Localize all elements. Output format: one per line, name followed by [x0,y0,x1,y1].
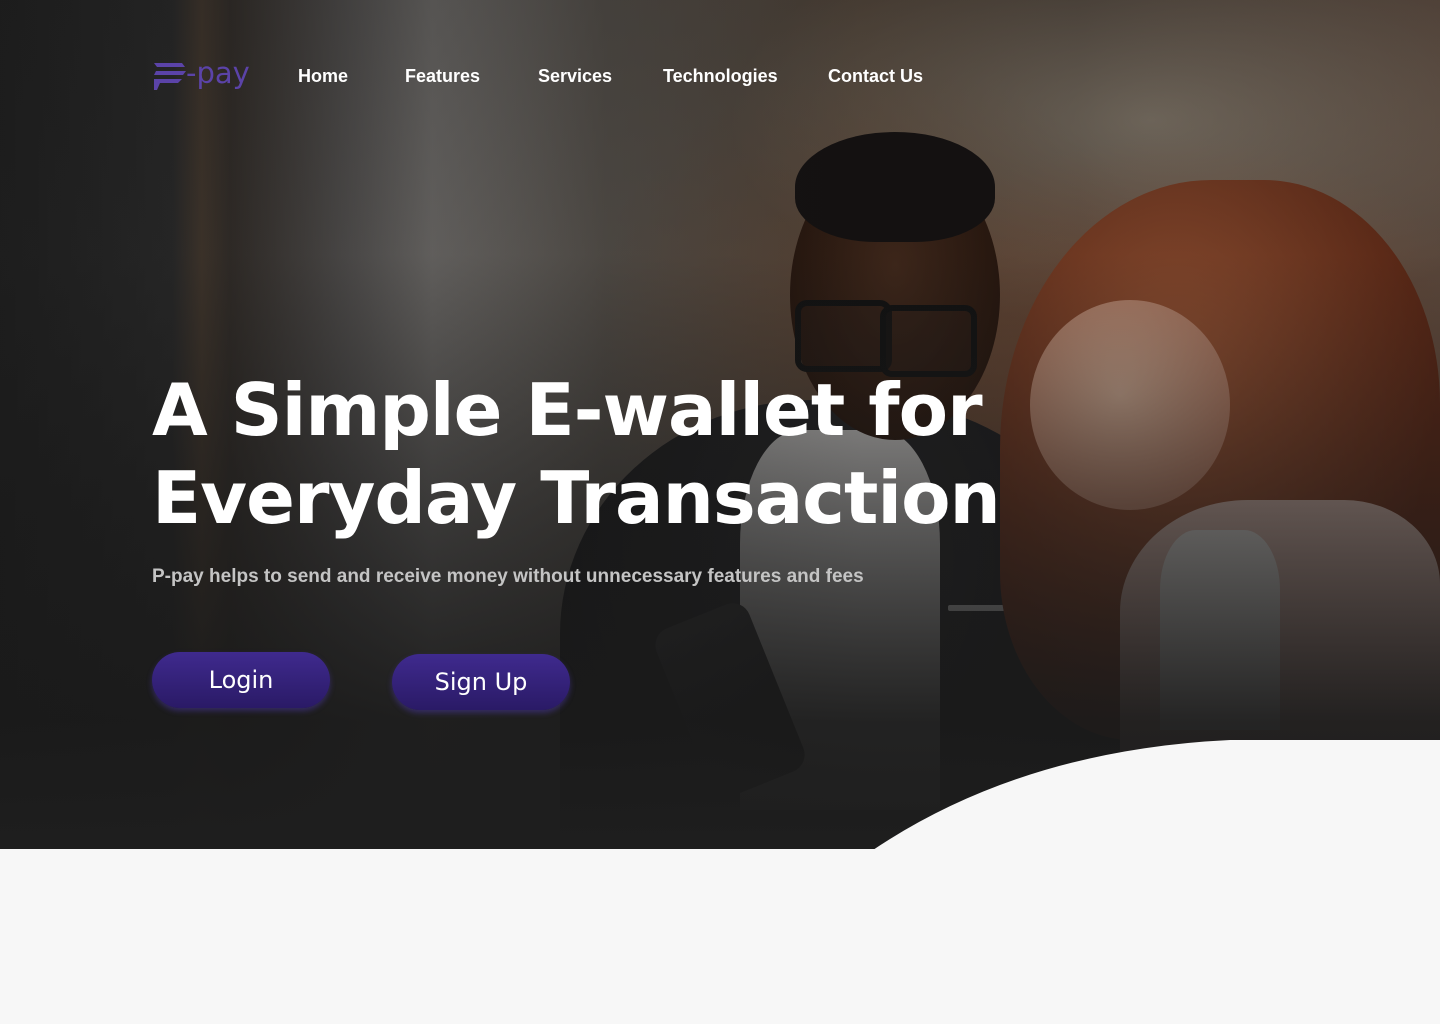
ppay-logo-icon [154,63,186,90]
login-button[interactable]: Login [152,652,330,708]
signup-button[interactable]: Sign Up [392,654,570,710]
logo-text: -pay [186,56,250,90]
nav-home[interactable]: Home [298,66,348,87]
hero-headline-line1: A Simple E-wallet for [152,368,983,452]
top-navigation: -pay Home Features Services Technologies… [152,54,923,98]
hero-subtitle: P-pay helps to send and receive money wi… [152,566,864,587]
hero-headline: A Simple E-wallet for Everyday Transacti… [152,366,1052,542]
ppay-logo[interactable]: -pay [152,56,250,96]
nav-features[interactable]: Features [405,66,480,87]
nav-services[interactable]: Services [538,66,612,87]
nav-contact-us[interactable]: Contact Us [828,66,923,87]
hero-bottom-curve [0,740,1440,852]
hero-headline-line2: Everyday Transaction [152,456,1001,540]
nav-technologies[interactable]: Technologies [663,66,778,87]
